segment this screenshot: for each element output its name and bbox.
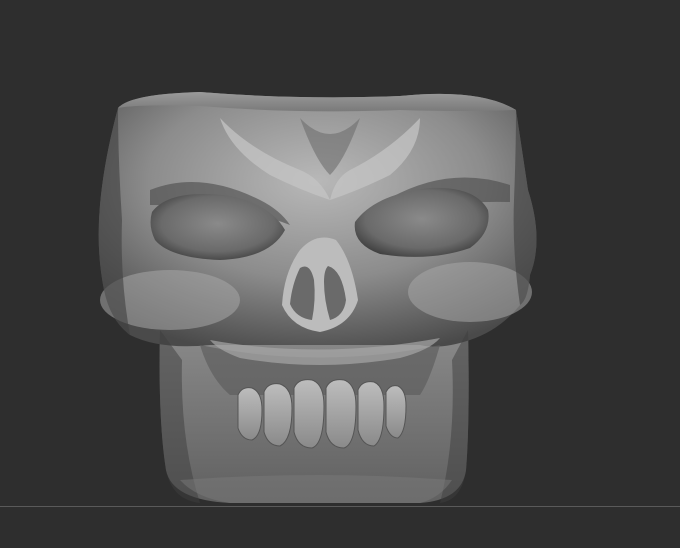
tooth [357,381,385,447]
tooth [237,387,263,441]
jaw-bottom-highlight [180,475,452,503]
tooth [385,385,407,439]
skull-model[interactable] [0,0,680,548]
ground-plane-line [0,506,680,507]
tooth [293,379,325,449]
temple-shadow-right [513,110,537,305]
cheekbone-right [408,262,532,322]
tooth [263,383,293,447]
tooth [325,379,357,449]
sculpt-viewport[interactable] [0,0,680,548]
